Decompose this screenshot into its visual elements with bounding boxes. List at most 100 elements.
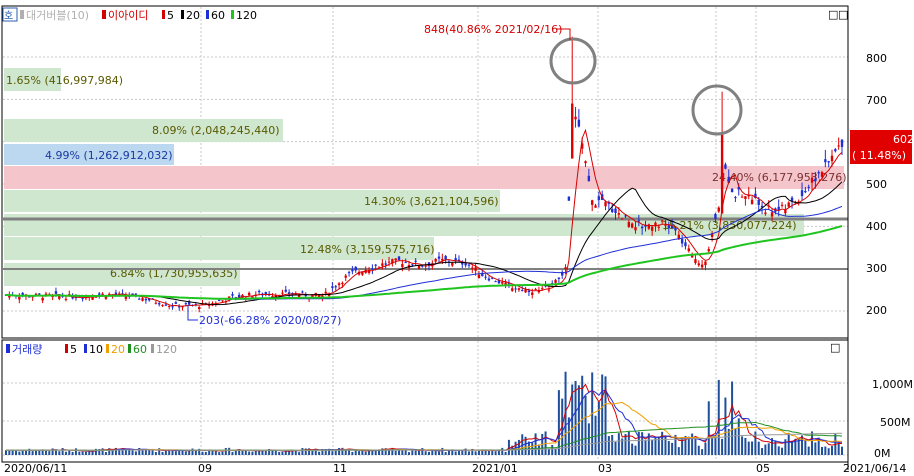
ma-60-label: 60 bbox=[211, 9, 225, 22]
volume-bar bbox=[727, 428, 730, 455]
volume-bar bbox=[154, 452, 157, 455]
peak-annotation: 848(40.86% 2021/02/16) bbox=[424, 23, 562, 36]
volume-bar bbox=[584, 395, 587, 455]
volume-bar bbox=[507, 439, 510, 455]
vol-ma-10-label: 10 bbox=[89, 343, 103, 356]
candle-body bbox=[664, 224, 667, 226]
candle-body bbox=[257, 291, 261, 293]
volume-bar bbox=[781, 447, 784, 455]
candle-body bbox=[820, 172, 824, 177]
bubble-label: 12.48% (3,159,575,716) bbox=[300, 243, 435, 256]
volume-bar bbox=[761, 448, 764, 455]
volume-bar bbox=[491, 450, 494, 455]
candle-body bbox=[834, 149, 837, 152]
candle-body bbox=[660, 220, 664, 222]
candle-body bbox=[524, 289, 527, 293]
volume-bar bbox=[24, 450, 27, 455]
volume-bar bbox=[134, 451, 137, 455]
volume-bar bbox=[547, 449, 550, 455]
candle-body bbox=[424, 265, 427, 267]
volume-bar bbox=[128, 450, 131, 455]
volume-bar bbox=[837, 442, 840, 455]
volume-bar bbox=[411, 450, 414, 455]
bubble-label: 1.65% (416,997,984) bbox=[6, 74, 123, 87]
candle-body bbox=[41, 297, 44, 301]
maximize-button[interactable]: □ bbox=[838, 8, 848, 21]
volume-bar bbox=[784, 439, 787, 455]
date-axis-label: 2021/01 bbox=[472, 462, 518, 475]
volume-bar bbox=[431, 450, 434, 455]
volume-window-buttons: □ bbox=[830, 341, 840, 354]
candle-body bbox=[597, 196, 601, 200]
candle-body bbox=[514, 288, 517, 290]
volume-bar bbox=[301, 448, 304, 455]
candle-body bbox=[134, 293, 138, 295]
volume-bar bbox=[48, 451, 51, 455]
volume-bar bbox=[364, 451, 367, 455]
candle-body bbox=[780, 204, 784, 206]
candle-body bbox=[487, 278, 491, 281]
candle-body bbox=[411, 264, 414, 266]
volume-bar bbox=[81, 451, 84, 455]
stock-chart-window: 1.65% (416,997,984) 8.09% (2,048,245,440… bbox=[0, 0, 914, 476]
volume-bar bbox=[734, 428, 737, 455]
volume-bar bbox=[454, 451, 457, 455]
volume-bar bbox=[61, 447, 64, 455]
candle-body bbox=[527, 290, 531, 293]
volume-bar bbox=[841, 446, 843, 455]
ma-20-label: 20 bbox=[186, 9, 200, 22]
volume-bar bbox=[271, 450, 274, 455]
volume-axis-label: 1,000M bbox=[872, 378, 913, 391]
volume-bar bbox=[501, 447, 504, 455]
candle-body bbox=[840, 139, 844, 147]
volume-bar bbox=[747, 441, 750, 455]
volume-bar bbox=[68, 450, 71, 455]
candle-body bbox=[171, 306, 174, 308]
volume-bar bbox=[231, 452, 234, 455]
volume-bar bbox=[251, 451, 254, 455]
volume-bar bbox=[78, 451, 81, 455]
volume-bar bbox=[617, 433, 620, 455]
candle-body bbox=[750, 199, 754, 205]
volume-bar bbox=[764, 444, 767, 455]
candle-body bbox=[361, 272, 364, 275]
vol-ma-20-label: 20 bbox=[111, 343, 125, 356]
volume-bar bbox=[624, 434, 627, 455]
candle-body bbox=[541, 288, 544, 290]
volume-bar bbox=[757, 441, 760, 455]
volume-bar bbox=[38, 450, 41, 455]
volume-bar bbox=[534, 433, 537, 455]
volume-bar bbox=[607, 436, 610, 455]
candle-body bbox=[344, 275, 347, 278]
date-axis-label: 11 bbox=[333, 462, 347, 475]
candle-body bbox=[351, 269, 354, 272]
bubble-label: 4.99% (1,262,912,032) bbox=[45, 149, 173, 162]
volume-maximize-button[interactable]: □ bbox=[830, 341, 840, 354]
volume-bar bbox=[178, 450, 181, 455]
candle-body bbox=[464, 263, 467, 266]
candle-body bbox=[614, 208, 617, 214]
bubble-label: 8.09% (2,048,245,440) bbox=[152, 124, 280, 137]
price-axis-label: 300 bbox=[866, 262, 887, 275]
volume-bar bbox=[394, 450, 397, 455]
candle-body bbox=[387, 261, 391, 263]
ma-20-marker bbox=[181, 10, 184, 19]
candle-body bbox=[401, 264, 404, 268]
volume-bar bbox=[467, 451, 470, 455]
volume-bar bbox=[601, 374, 604, 455]
candle-body bbox=[687, 248, 690, 252]
candle-body bbox=[557, 277, 561, 279]
restore-button[interactable]: □ bbox=[828, 8, 838, 21]
vol-ma-5-label: 5 bbox=[70, 343, 77, 356]
candle-body bbox=[567, 196, 571, 201]
volume-bar bbox=[557, 390, 560, 455]
candle-body bbox=[144, 298, 148, 301]
volume-bar bbox=[697, 445, 700, 455]
volume-bar bbox=[717, 379, 720, 455]
candle-body bbox=[827, 161, 830, 163]
volume-bar bbox=[248, 451, 251, 455]
candle-body bbox=[620, 218, 624, 220]
volume-bar bbox=[44, 450, 47, 455]
volume-bar bbox=[631, 443, 634, 455]
candle-body bbox=[534, 288, 537, 290]
